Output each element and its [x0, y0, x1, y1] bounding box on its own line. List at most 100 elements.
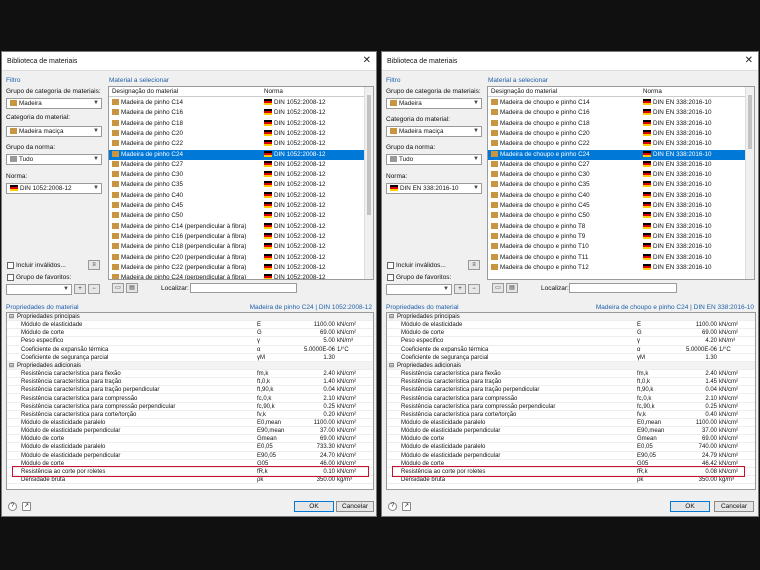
- list-item[interactable]: Madeira de pinho C27 DIN 1052:2008-12: [109, 160, 364, 170]
- properties-table: ⊟ Propriedades principais Módulo de elasti…: [6, 312, 374, 490]
- scroll-thumb[interactable]: [367, 95, 371, 215]
- list-item[interactable]: Madeira de pinho C22 DIN 1052:2008-12: [109, 139, 364, 149]
- list-item[interactable]: Madeira de pinho C50 DIN 1052:2008-12: [109, 211, 364, 221]
- close-icon[interactable]: ✕: [363, 55, 371, 66]
- list-item[interactable]: Madeira de choupo e pinho C45 DIN EN 338:…: [488, 201, 745, 211]
- material-category-label: Categoria do material:: [386, 116, 450, 123]
- document-icon: [10, 156, 17, 162]
- include-invalid-checkbox[interactable]: [7, 262, 14, 269]
- list-item[interactable]: Madeira de pinho C45 DIN 1052:2008-12: [109, 201, 364, 211]
- list-item[interactable]: Madeira de choupo e pinho C22 DIN EN 338:…: [488, 139, 745, 149]
- list-item[interactable]: Madeira de pinho C20 (perpendicular à fi…: [109, 253, 364, 263]
- folder-icon[interactable]: ▭: [112, 283, 124, 293]
- folder-icon[interactable]: ▭: [492, 283, 504, 293]
- norm-group-select[interactable]: Tudo ▼: [6, 154, 102, 165]
- list-item[interactable]: Madeira de pinho C18 DIN 1052:2008-12: [109, 119, 364, 129]
- list-item[interactable]: Madeira de choupo e pinho T9 DIN EN 338:2…: [488, 232, 745, 242]
- include-invalid-checkbox[interactable]: [387, 262, 394, 269]
- export-icon[interactable]: ↗: [402, 502, 411, 511]
- new-material-icon[interactable]: ▤: [506, 283, 518, 293]
- help-icon[interactable]: ?: [388, 502, 397, 511]
- list-item[interactable]: Madeira de choupo e pinho C40 DIN EN 338:…: [488, 191, 745, 201]
- material-category-select[interactable]: Madeira maciça ▼: [6, 126, 102, 137]
- list-item[interactable]: Madeira de pinho C35 DIN 1052:2008-12: [109, 180, 364, 190]
- locate-input[interactable]: [190, 283, 297, 293]
- list-item[interactable]: Madeira de choupo e pinho C16 DIN EN 338:…: [488, 108, 745, 118]
- list-item[interactable]: Madeira de pinho C16 (perpendicular à fi…: [109, 232, 364, 242]
- norm-select[interactable]: DIN EN 338:2016-10 ▼: [386, 183, 482, 194]
- collapse-icon[interactable]: ⊟: [9, 313, 14, 321]
- favorites-select[interactable]: ▼: [386, 284, 452, 295]
- material-norm: DIN 1052:2008-12: [264, 119, 325, 129]
- list-item[interactable]: Madeira de choupo e pinho C20 DIN EN 338:…: [488, 129, 745, 139]
- category-label: Grupo de categoria de materiais:: [386, 88, 481, 95]
- cancel-button[interactable]: Cancelar: [336, 501, 374, 512]
- edit-list-icon[interactable]: ≡: [88, 260, 100, 270]
- favorites-checkbox[interactable]: [7, 274, 14, 281]
- property-value: 37.00: [701, 428, 717, 435]
- list-item[interactable]: Madeira de pinho C24 (perpendicular à fi…: [109, 273, 364, 279]
- norm-group-select[interactable]: Tudo ▼: [386, 154, 482, 165]
- material-name: Madeira de pinho C40: [112, 191, 183, 201]
- list-item[interactable]: Madeira de pinho C24 DIN 1052:2008-12: [109, 149, 364, 160]
- list-item[interactable]: Madeira de choupo e pinho C14 DIN EN 338:…: [488, 98, 745, 108]
- list-item[interactable]: Madeira de choupo e pinho T8 DIN EN 338:2…: [488, 222, 745, 232]
- list-item[interactable]: Madeira de pinho C16 DIN 1052:2008-12: [109, 108, 364, 118]
- add-favorite-icon[interactable]: +: [454, 284, 466, 294]
- list-item[interactable]: Madeira de pinho C14 (perpendicular à fi…: [109, 222, 364, 232]
- list-item[interactable]: Madeira de pinho C30 DIN 1052:2008-12: [109, 170, 364, 180]
- list-item[interactable]: Madeira de choupo e pinho C35 DIN EN 338:…: [488, 180, 745, 190]
- norm-select[interactable]: DIN 1052:2008-12 ▼: [6, 183, 102, 194]
- list-item[interactable]: Madeira de choupo e pinho C24 DIN EN 338:…: [488, 149, 745, 160]
- new-material-icon[interactable]: ▤: [126, 283, 138, 293]
- close-icon[interactable]: ✕: [745, 55, 753, 66]
- list-item[interactable]: Madeira de pinho C22 (perpendicular à fi…: [109, 263, 364, 273]
- property-name: Resistência característica para corte/to…: [401, 411, 517, 418]
- list-item[interactable]: Madeira de choupo e pinho C18 DIN EN 338:…: [488, 119, 745, 129]
- list-scrollbar[interactable]: [364, 87, 373, 279]
- ok-button[interactable]: OK: [294, 501, 334, 512]
- list-item[interactable]: Madeira de choupo e pinho T12 DIN EN 338:…: [488, 263, 745, 273]
- cancel-button[interactable]: Cancelar: [714, 501, 754, 512]
- list-item[interactable]: Madeira de pinho C14 DIN 1052:2008-12: [109, 98, 364, 108]
- list-item[interactable]: Madeira de choupo e pinho C50 DIN EN 338:…: [488, 211, 745, 221]
- collapse-icon[interactable]: ⊟: [389, 362, 394, 370]
- favorites-checkbox[interactable]: [387, 274, 394, 281]
- list-item[interactable]: Madeira de pinho C40 DIN 1052:2008-12: [109, 191, 364, 201]
- ok-button[interactable]: OK: [670, 501, 710, 512]
- property-value: 1100.00: [313, 322, 335, 329]
- property-unit: kN/cm²: [337, 322, 356, 329]
- category-select[interactable]: Madeira ▼: [6, 98, 102, 109]
- list-scrollbar[interactable]: [745, 87, 754, 279]
- remove-favorite-icon[interactable]: −: [468, 284, 480, 294]
- edit-list-icon[interactable]: ≡: [468, 260, 480, 270]
- scroll-thumb[interactable]: [748, 95, 752, 149]
- list-item[interactable]: Madeira de pinho C18 (perpendicular à fi…: [109, 242, 364, 252]
- property-name: Módulo de elasticidade paralelo: [21, 419, 106, 426]
- property-name: Módulo de elasticidade perpendicular: [21, 428, 121, 435]
- wood-icon: [491, 263, 498, 270]
- material-list[interactable]: Designação do material Norma Madeira de …: [487, 86, 755, 280]
- list-item[interactable]: Madeira de choupo e pinho T11 DIN EN 338:…: [488, 253, 745, 263]
- category-label: Grupo de categoria de materiais:: [6, 88, 101, 95]
- wood-icon: [112, 181, 119, 188]
- list-item[interactable]: Madeira de pinho C20 DIN 1052:2008-12: [109, 129, 364, 139]
- material-list[interactable]: Designação do material Norma Madeira de …: [108, 86, 374, 280]
- list-item[interactable]: Madeira de choupo e pinho C27 DIN EN 338:…: [488, 160, 745, 170]
- collapse-icon[interactable]: ⊟: [9, 362, 14, 370]
- property-unit: kN/cm²: [337, 395, 356, 402]
- favorites-select[interactable]: ▼: [6, 284, 72, 295]
- remove-favorite-icon[interactable]: −: [88, 284, 100, 294]
- list-item[interactable]: Madeira de choupo e pinho T10 DIN EN 338:…: [488, 242, 745, 252]
- property-unit: kN/cm²: [337, 444, 356, 451]
- add-favorite-icon[interactable]: +: [74, 284, 86, 294]
- chevron-down-icon: ▼: [473, 185, 479, 191]
- property-row: Resistência característica para tração ft…: [7, 378, 373, 387]
- export-icon[interactable]: ↗: [22, 502, 31, 511]
- help-icon[interactable]: ?: [8, 502, 17, 511]
- collapse-icon[interactable]: ⊟: [389, 313, 394, 321]
- locate-input[interactable]: [569, 283, 677, 293]
- list-item[interactable]: Madeira de choupo e pinho C30 DIN EN 338:…: [488, 170, 745, 180]
- category-select[interactable]: Madeira ▼: [386, 98, 482, 109]
- material-category-select[interactable]: Madeira maciça ▼: [386, 126, 482, 137]
